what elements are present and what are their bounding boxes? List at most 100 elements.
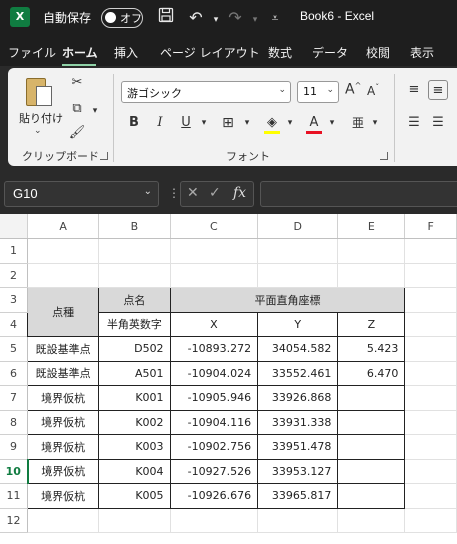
- cell-point-name[interactable]: K005: [98, 483, 171, 509]
- chevron-down-icon[interactable]: ⌄: [144, 186, 152, 197]
- cell-x[interactable]: -10902.756: [169, 434, 259, 460]
- cell-x[interactable]: -10904.024: [169, 360, 259, 386]
- paste-dropdown-icon[interactable]: ⌄: [34, 126, 42, 136]
- header-name-note[interactable]: 半角英数字: [98, 311, 171, 337]
- undo-icon[interactable]: ↶: [185, 7, 207, 29]
- cell-point-name[interactable]: K002: [98, 409, 171, 435]
- cell[interactable]: [404, 459, 457, 484]
- header-point-type[interactable]: 点種: [27, 287, 100, 337]
- tab-review[interactable]: 校閲: [366, 44, 390, 61]
- tab-page-layout[interactable]: ページ レイアウト: [160, 44, 260, 61]
- paste-button[interactable]: 貼り付け: [19, 110, 63, 126]
- cell[interactable]: [337, 238, 406, 264]
- row-header[interactable]: 5: [0, 336, 29, 362]
- cell-point-type[interactable]: 境界仮杭: [27, 409, 100, 435]
- redo-icon[interactable]: ↷: [224, 7, 246, 29]
- cell-z[interactable]: [337, 409, 406, 435]
- cell[interactable]: [404, 263, 457, 288]
- cell-point-name[interactable]: K003: [98, 434, 171, 460]
- column-header-f[interactable]: F: [404, 214, 457, 239]
- header-z[interactable]: Z: [337, 311, 406, 337]
- cell-x[interactable]: -10905.946: [169, 385, 259, 411]
- formula-input[interactable]: [260, 181, 457, 207]
- redo-dropdown-icon[interactable]: ▾: [244, 9, 266, 31]
- cell[interactable]: [170, 508, 259, 533]
- borders-icon[interactable]: ⊞: [218, 113, 238, 133]
- row-header[interactable]: 12: [0, 508, 29, 533]
- cell-point-type[interactable]: 境界仮杭: [27, 458, 100, 484]
- column-header-c[interactable]: C: [170, 214, 259, 239]
- enter-icon[interactable]: ✓: [209, 185, 221, 201]
- cell-y[interactable]: 33951.478: [257, 434, 339, 460]
- tab-formulas[interactable]: 数式: [268, 44, 292, 61]
- column-header-b[interactable]: B: [98, 214, 171, 239]
- cell-point-type[interactable]: 境界仮杭: [27, 483, 100, 509]
- row-header-selected[interactable]: 10: [0, 459, 29, 484]
- more-options-icon[interactable]: ⋮: [168, 186, 180, 200]
- row-header[interactable]: 7: [0, 385, 29, 411]
- save-icon[interactable]: [155, 7, 177, 29]
- cell-point-type[interactable]: 既設基準点: [27, 336, 100, 362]
- cell[interactable]: [404, 312, 457, 337]
- copy-icon[interactable]: ⧉: [68, 100, 86, 118]
- cell[interactable]: [337, 263, 406, 288]
- font-name-select[interactable]: 游ゴシック ⌄: [121, 81, 291, 103]
- cell-x[interactable]: -10927.526: [169, 458, 259, 484]
- select-all-corner[interactable]: [0, 214, 29, 239]
- cell-z[interactable]: [337, 385, 406, 411]
- fill-color-dropdown-icon[interactable]: ▾: [280, 113, 300, 133]
- cell-x[interactable]: -10904.116: [169, 409, 259, 435]
- paste-icon[interactable]: [26, 76, 52, 108]
- column-header-e[interactable]: E: [337, 214, 406, 239]
- insert-function-icon[interactable]: fx: [233, 185, 246, 201]
- cell[interactable]: [404, 336, 457, 362]
- header-point-name[interactable]: 点名: [98, 287, 171, 313]
- cell[interactable]: [257, 263, 339, 288]
- cell-y[interactable]: 33953.127: [257, 458, 339, 484]
- row-header[interactable]: 2: [0, 263, 29, 288]
- increase-font-size-button[interactable]: A^: [345, 81, 361, 98]
- cell-z[interactable]: [337, 458, 406, 484]
- cell-point-type[interactable]: 境界仮杭: [27, 385, 100, 411]
- autosave-toggle[interactable]: オフ: [101, 8, 143, 28]
- cell[interactable]: [27, 238, 100, 264]
- cell[interactable]: [27, 508, 100, 533]
- cell[interactable]: [404, 483, 457, 509]
- column-header-d[interactable]: D: [257, 214, 339, 239]
- cell-point-name[interactable]: K001: [98, 385, 171, 411]
- row-header[interactable]: 4: [0, 312, 29, 337]
- cell-y[interactable]: 33965.817: [257, 483, 339, 509]
- cell-z[interactable]: 6.470: [337, 360, 406, 386]
- customize-toolbar-icon[interactable]: ⩡: [264, 7, 286, 29]
- cell-point-name[interactable]: D502: [98, 336, 171, 362]
- cell-z[interactable]: 5.423: [337, 336, 406, 362]
- row-header[interactable]: 3: [0, 287, 29, 313]
- cell[interactable]: [98, 238, 171, 264]
- borders-dropdown-icon[interactable]: ▾: [237, 113, 257, 133]
- header-y[interactable]: Y: [257, 311, 339, 337]
- cell[interactable]: [98, 508, 171, 533]
- align-top-icon[interactable]: ≡: [404, 80, 424, 100]
- row-header[interactable]: 6: [0, 361, 29, 386]
- cell[interactable]: [170, 263, 259, 288]
- copy-dropdown-icon[interactable]: ▾: [86, 102, 104, 120]
- row-header[interactable]: 9: [0, 434, 29, 460]
- align-left-icon[interactable]: ☰: [404, 113, 424, 133]
- cancel-icon[interactable]: ✕: [187, 185, 199, 201]
- phonetic-dropdown-icon[interactable]: ▾: [365, 113, 385, 133]
- cell[interactable]: [404, 238, 457, 264]
- underline-dropdown-icon[interactable]: ▾: [194, 113, 214, 133]
- font-color-dropdown-icon[interactable]: ▾: [322, 113, 342, 133]
- cut-icon[interactable]: ✂: [68, 74, 86, 92]
- cell-point-name[interactable]: A501: [98, 360, 171, 386]
- cell-z[interactable]: [337, 434, 406, 460]
- cell[interactable]: [404, 287, 457, 313]
- header-x[interactable]: X: [169, 311, 259, 337]
- cell-point-type[interactable]: 既設基準点: [27, 360, 100, 386]
- cell[interactable]: [27, 263, 100, 288]
- cell[interactable]: [257, 238, 339, 264]
- cell-point-type[interactable]: 境界仮杭: [27, 434, 100, 460]
- column-header-a[interactable]: A: [27, 214, 100, 239]
- cell-x[interactable]: -10893.272: [169, 336, 259, 362]
- bold-button[interactable]: B: [124, 113, 144, 133]
